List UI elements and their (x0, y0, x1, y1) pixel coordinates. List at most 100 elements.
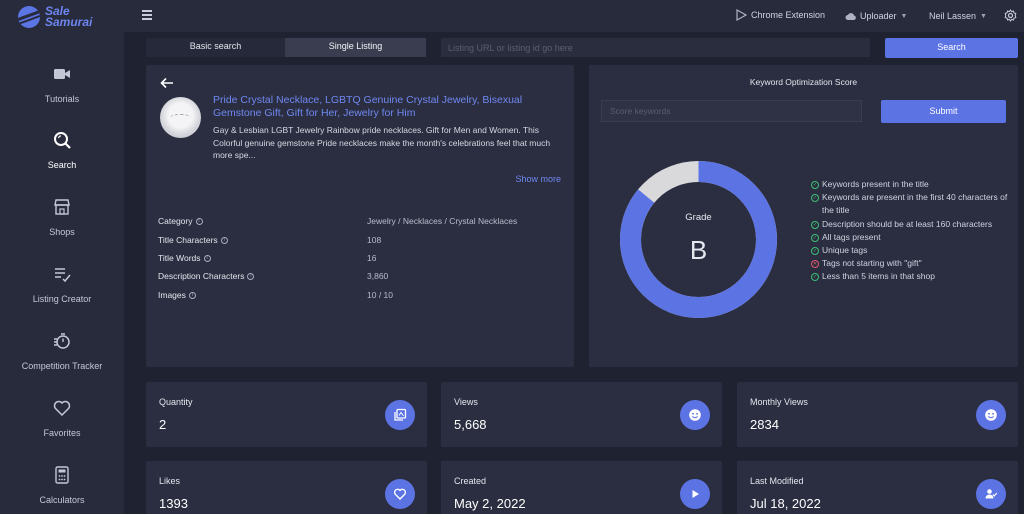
listing-panel: Pride Crystal Necklace, LGBTQ Genuine Cr… (146, 65, 574, 367)
stat-value: Jul 18, 2022 (750, 496, 821, 511)
chevron-down-icon: ▼ (900, 12, 908, 20)
keyword-check-item: ✓ All tags present (811, 231, 1011, 244)
logo-text-line2: Samurai (45, 15, 93, 29)
grade-value: B (689, 235, 708, 265)
chrome-extension-icon (736, 9, 747, 21)
info-icon[interactable]: i (195, 217, 203, 225)
stat-label: Monthly Views (750, 397, 808, 407)
detail-row-category: Category i Jewelry / Necklaces / Crystal … (158, 216, 558, 230)
keyword-check-text: Unique tags (822, 245, 868, 256)
detail-label: Title Characters (158, 235, 218, 245)
stopwatch-icon (54, 333, 70, 349)
keyword-check-item: ✓ Keywords are present in the first 40 ch… (811, 191, 1011, 217)
gear-icon[interactable] (1004, 9, 1017, 22)
keyword-panel-title: Keyword Optimization Score (749, 77, 858, 87)
check-circle-icon: ✓ (811, 181, 819, 189)
detail-value: 10 / 10 (367, 290, 393, 300)
smiley-icon (976, 400, 1006, 430)
chrome-extension-link[interactable]: Chrome Extension (736, 9, 825, 21)
cloud-upload-icon (845, 12, 856, 20)
stat-label: Last Modified (750, 476, 804, 486)
calculator-icon (55, 466, 69, 484)
stat-value: May 2, 2022 (454, 496, 526, 511)
search-button[interactable]: Search (885, 38, 1018, 58)
back-arrow-icon[interactable] (160, 77, 174, 89)
logo[interactable]: Sale Samurai (18, 5, 93, 29)
detail-value: 108 (367, 235, 382, 245)
stat-views: Views 5,668 (441, 382, 722, 447)
keyword-check-item: ✓ Less than 5 items in that shop (811, 270, 1011, 283)
heart-icon (53, 400, 71, 417)
user-name: Neil Lassen (929, 11, 977, 21)
sidebar-item-label: Shops (49, 227, 75, 237)
submit-button[interactable]: Submit (881, 100, 1006, 123)
sidebar: Sale Samurai Tutorials Search Shops List… (0, 0, 124, 514)
hamburger-icon[interactable] (142, 10, 152, 20)
score-keywords-input[interactable] (601, 100, 862, 122)
sidebar-item-listing-creator[interactable]: Listing Creator (0, 264, 124, 304)
check-circle-icon: ✓ (811, 247, 819, 256)
uploader-dropdown[interactable]: Uploader ▼ (845, 11, 907, 21)
sidebar-item-label: Listing Creator (32, 294, 92, 304)
keyword-check-text: All tags present (822, 231, 881, 242)
sidebar-item-search[interactable]: Search (0, 130, 124, 170)
x-circle-icon: ✕ (811, 260, 819, 269)
sidebar-item-favorites[interactable]: Favorites (0, 398, 124, 438)
stat-label: Quantity (159, 397, 193, 407)
info-icon[interactable]: i (247, 272, 255, 280)
keyword-check-item: ✓ Unique tags (811, 244, 1011, 257)
sidebar-item-calculators[interactable]: Calculators (0, 465, 124, 505)
keyword-optimization-panel: Keyword Optimization Score Submit Grade … (589, 65, 1018, 367)
check-circle-icon: ✓ (811, 194, 819, 203)
sidebar-item-competition-tracker[interactable]: Competition Tracker (0, 331, 124, 371)
listing-description: Gay & Lesbian LGBT Jewelry Rainbow pride… (213, 125, 551, 160)
show-more-link[interactable]: Show more (515, 174, 561, 184)
logo-mark-icon (18, 6, 40, 28)
stat-value: 2834 (750, 417, 779, 432)
stat-monthly-views: Monthly Views 2834 (737, 382, 1018, 447)
sidebar-item-label: Competition Tracker (21, 361, 103, 371)
tab-single-listing[interactable]: Single Listing (285, 38, 426, 57)
user-check-icon (976, 479, 1006, 509)
grade-label: Grade (685, 212, 712, 223)
stat-created: Created May 2, 2022 (441, 461, 722, 514)
keyword-check-item: ✓ Description should be at least 160 char… (811, 218, 1011, 231)
sidebar-item-shops[interactable]: Shops (0, 197, 124, 237)
listing-title[interactable]: Pride Crystal Necklace, LGBTQ Genuine Cr… (213, 94, 543, 120)
info-icon[interactable]: i (220, 236, 228, 244)
check-circle-icon: ✓ (811, 220, 819, 229)
listing-url-input[interactable] (441, 38, 870, 57)
user-menu[interactable]: Neil Lassen ▼ (929, 11, 987, 21)
keyword-check-item: ✓ Keywords present in the title (811, 178, 1011, 191)
info-icon[interactable]: i (188, 291, 196, 299)
listing-thumbnail (160, 97, 201, 138)
stat-value: 1393 (159, 496, 188, 511)
keyword-check-text: Tags not starting with "gift" (822, 258, 922, 269)
chrome-extension-label: Chrome Extension (751, 10, 826, 20)
stat-label: Created (454, 476, 487, 486)
smiley-icon (680, 400, 710, 430)
chevron-down-icon: ▼ (980, 12, 987, 20)
uploader-label: Uploader (860, 11, 897, 21)
detail-row-images: Images i 10 / 10 (158, 290, 558, 304)
keyword-check-item: ✕ Tags not starting with "gift" (811, 257, 1011, 270)
stat-value: 5,668 (454, 417, 487, 432)
stat-last-modified: Last Modified Jul 18, 2022 (737, 461, 1018, 514)
edit-list-icon (55, 268, 71, 283)
topbar: Chrome Extension Uploader ▼ Neil Lassen … (124, 0, 1024, 32)
detail-row-title-characters: Title Characters i 108 (158, 235, 558, 249)
keyword-check-text: Less than 5 items in that shop (822, 271, 935, 282)
stat-label: Views (454, 397, 478, 407)
tab-basic-search[interactable]: Basic search (146, 38, 285, 57)
detail-label: Category (158, 216, 193, 226)
video-camera-icon (54, 69, 70, 79)
detail-label: Description Characters (158, 271, 245, 281)
stat-likes: Likes 1393 (146, 461, 427, 514)
detail-value: 3,860 (367, 271, 389, 281)
shop-icon (54, 199, 70, 215)
info-icon[interactable]: i (203, 254, 211, 262)
play-icon (680, 479, 710, 509)
stack-icon (385, 400, 415, 430)
heart-icon (385, 479, 415, 509)
sidebar-item-tutorials[interactable]: Tutorials (0, 64, 124, 104)
